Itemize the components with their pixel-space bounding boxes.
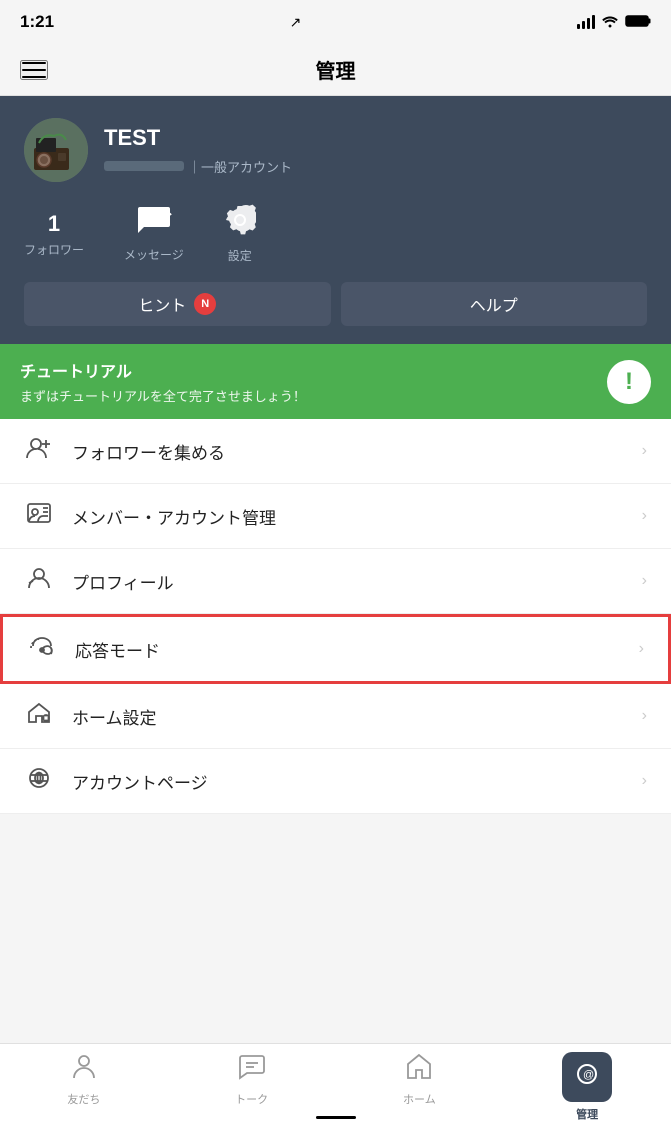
manage-tab-icon: @ bbox=[575, 1062, 599, 1092]
response-mode-icon bbox=[27, 635, 57, 663]
main-content: TEST ｜一般アカウント 1 フォロワー bbox=[0, 96, 671, 1043]
profile-id-blur bbox=[104, 161, 184, 171]
hint-help-row: ヒント N ヘルプ bbox=[24, 282, 647, 326]
settings-gear-icon bbox=[224, 204, 256, 243]
hint-label: ヒント bbox=[138, 292, 186, 316]
hamburger-line-1 bbox=[22, 62, 46, 64]
tab-home[interactable]: ホーム bbox=[336, 1052, 504, 1107]
home-tab-icon bbox=[405, 1052, 433, 1087]
add-follower-icon bbox=[24, 437, 54, 465]
menu-label-followers: フォロワーを集める bbox=[72, 439, 225, 464]
profile-info: TEST ｜一般アカウント bbox=[104, 125, 647, 176]
settings-stat[interactable]: 設定 bbox=[224, 204, 256, 264]
avatar-image bbox=[24, 118, 88, 182]
hint-button[interactable]: ヒント N bbox=[24, 282, 331, 326]
tab-friends[interactable]: 友だち bbox=[0, 1052, 168, 1107]
menu-label-profile: プロフィール bbox=[72, 569, 174, 594]
menu-item-home-settings[interactable]: ホーム設定 › bbox=[0, 684, 671, 749]
page-title: 管理 bbox=[316, 55, 356, 84]
menu-label-home-settings: ホーム設定 bbox=[72, 704, 157, 729]
manage-tab-label: 管理 bbox=[576, 1106, 598, 1122]
arrow-icon-account-page: › bbox=[642, 772, 647, 790]
manage-tab-box: @ bbox=[562, 1052, 612, 1102]
tab-talk[interactable]: トーク bbox=[168, 1052, 336, 1107]
message-stat[interactable]: メッセージ bbox=[124, 205, 184, 263]
signal-icon bbox=[577, 15, 595, 29]
profile-subtitle: ｜一般アカウント bbox=[104, 157, 647, 176]
tab-bar: 友だち トーク ホーム @ 管理 bbox=[0, 1043, 671, 1125]
talk-tab-icon bbox=[238, 1052, 266, 1087]
menu-item-profile[interactable]: プロフィール › bbox=[0, 549, 671, 614]
help-label: ヘルプ bbox=[470, 292, 518, 316]
followers-label: フォロワー bbox=[24, 241, 84, 258]
tutorial-banner[interactable]: チュートリアル まずはチュートリアルを全て完了させましょう！ ! bbox=[0, 344, 671, 419]
talk-tab-label: トーク bbox=[235, 1091, 268, 1107]
message-label: メッセージ bbox=[124, 246, 184, 263]
menu-item-response-mode[interactable]: 応答モード › bbox=[0, 614, 671, 684]
message-icon bbox=[136, 205, 172, 242]
menu-label-response: 応答モード bbox=[75, 637, 160, 662]
nav-bar: 管理 bbox=[0, 44, 671, 96]
account-type: ｜一般アカウント bbox=[188, 157, 292, 176]
stats-row: 1 フォロワー メッセージ bbox=[24, 204, 647, 264]
menu-list: フォロワーを集める › メンバー・アカウント管理 › bbox=[0, 419, 671, 814]
arrow-icon-response: › bbox=[639, 640, 644, 658]
followers-stat[interactable]: 1 フォロワー bbox=[24, 211, 84, 258]
hamburger-line-3 bbox=[22, 76, 46, 78]
help-button[interactable]: ヘルプ bbox=[341, 282, 648, 326]
followers-count: 1 bbox=[48, 211, 60, 237]
tutorial-text: チュートリアル まずはチュートリアルを全て完了させましょう！ bbox=[20, 358, 607, 405]
arrow-icon-home-settings: › bbox=[642, 707, 647, 725]
tutorial-title: チュートリアル bbox=[20, 358, 607, 382]
menu-item-member[interactable]: メンバー・アカウント管理 › bbox=[0, 484, 671, 549]
menu-item-account-page[interactable]: アカウントページ › bbox=[0, 749, 671, 814]
menu-label-account-page: アカウントページ bbox=[72, 769, 208, 794]
hamburger-line-2 bbox=[22, 69, 46, 71]
tab-manage[interactable]: @ 管理 bbox=[503, 1052, 671, 1122]
status-bar: 1:21 ↗ bbox=[0, 0, 671, 44]
member-icon bbox=[24, 502, 54, 530]
arrow-icon-member: › bbox=[642, 507, 647, 525]
status-arrow: ↗ bbox=[290, 14, 302, 31]
home-tab-label: ホーム bbox=[403, 1091, 436, 1107]
account-page-icon bbox=[24, 767, 54, 795]
settings-label: 設定 bbox=[228, 247, 252, 264]
profile-header: TEST ｜一般アカウント 1 フォロワー bbox=[0, 96, 671, 344]
arrow-icon-followers: › bbox=[642, 442, 647, 460]
hamburger-button[interactable] bbox=[20, 60, 48, 80]
home-indicator bbox=[316, 1116, 356, 1119]
svg-text:@: @ bbox=[583, 1069, 594, 1081]
friends-tab-icon bbox=[70, 1052, 98, 1087]
menu-item-followers[interactable]: フォロワーを集める › bbox=[0, 419, 671, 484]
home-settings-icon bbox=[24, 702, 54, 730]
wifi-icon bbox=[601, 14, 619, 31]
status-icons bbox=[577, 14, 651, 31]
tutorial-alert-icon: ! bbox=[607, 360, 651, 404]
profile-icon bbox=[24, 567, 54, 595]
battery-icon bbox=[625, 14, 651, 31]
arrow-icon-profile: › bbox=[642, 572, 647, 590]
status-time: 1:21 bbox=[20, 12, 54, 32]
tutorial-subtitle: まずはチュートリアルを全て完了させましょう！ bbox=[20, 386, 607, 405]
friends-tab-label: 友だち bbox=[67, 1091, 100, 1107]
profile-row: TEST ｜一般アカウント bbox=[24, 118, 647, 182]
menu-label-member: メンバー・アカウント管理 bbox=[72, 504, 276, 529]
new-badge: N bbox=[194, 293, 216, 315]
profile-name: TEST bbox=[104, 125, 647, 151]
avatar bbox=[24, 118, 88, 182]
